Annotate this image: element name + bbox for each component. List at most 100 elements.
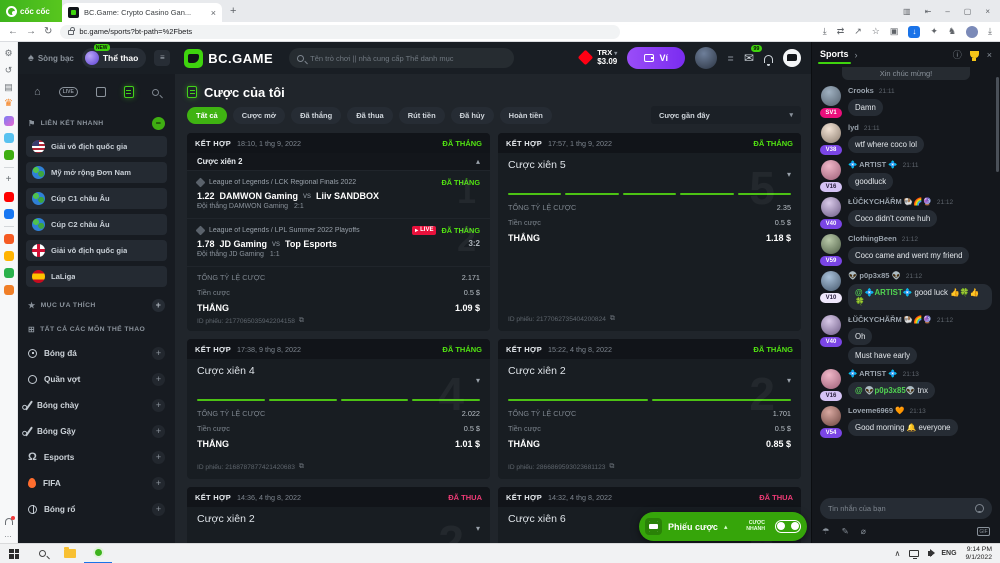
wallet-button[interactable]: Ví — [627, 47, 685, 69]
settings-icon[interactable]: ⚙ — [4, 48, 14, 58]
chat-close-icon[interactable]: × — [987, 50, 992, 60]
download-badge-icon[interactable]: ↓ — [908, 26, 920, 38]
avatar[interactable] — [821, 123, 841, 143]
close-button[interactable]: × — [985, 7, 990, 16]
reload-button[interactable]: ↻ — [44, 26, 52, 37]
casino-switch[interactable]: ♠ Sòng bạc — [28, 52, 74, 64]
network-icon[interactable] — [909, 550, 919, 557]
cart-app-icon[interactable] — [4, 285, 14, 295]
expand-icon[interactable]: ▾ — [476, 376, 480, 385]
start-button[interactable] — [0, 544, 28, 563]
sort-dropdown[interactable]: Cược gần đây ▾ — [651, 106, 801, 124]
chat-tab-sports[interactable]: Sports — [820, 49, 849, 61]
youtube-icon[interactable] — [4, 192, 14, 202]
bookmark-star-icon[interactable]: ☆ — [872, 26, 880, 37]
calendar-icon[interactable] — [96, 87, 106, 97]
emoji-icon[interactable] — [975, 504, 984, 513]
expand-plus-icon[interactable]: + — [152, 503, 165, 516]
coccoc-taskbar-icon[interactable] — [84, 544, 112, 563]
quick-link-item[interactable]: Mỹ mở rộng Đơn Nam — [26, 162, 167, 183]
sidebar-item-football[interactable]: Bóng đá + — [26, 340, 167, 366]
info-icon[interactable]: ⓘ — [953, 48, 962, 61]
search-input[interactable] — [310, 54, 506, 63]
expand-icon[interactable]: ▾ — [787, 376, 791, 385]
minimize-button[interactable]: – — [945, 7, 949, 16]
chat-message-input[interactable] — [828, 504, 969, 513]
more-icon[interactable]: … — [4, 530, 13, 539]
app-icon[interactable] — [4, 251, 14, 261]
sidebar-item-basketball[interactable]: Bóng rổ + — [26, 496, 167, 522]
expand-plus-icon[interactable]: + — [152, 399, 165, 412]
tab-cancelled[interactable]: Đã hủy — [451, 107, 494, 124]
copy-icon[interactable]: ⧉ — [299, 317, 304, 325]
chat-toggle-icon[interactable] — [783, 49, 801, 67]
tab-close-icon[interactable]: × — [211, 8, 216, 18]
username[interactable]: ŁŬČKYCHÃŘM 🐏🌈🔮 — [848, 197, 932, 206]
expand-plus-icon[interactable]: + — [152, 425, 165, 438]
sidebar-item-baseball[interactable]: Bóng chày + — [26, 392, 167, 418]
share-icon[interactable]: ↗ — [854, 26, 862, 37]
bet-subheader[interactable]: Cược xiên 2 ▴ — [187, 153, 490, 170]
username[interactable]: Crooks — [848, 86, 874, 95]
trophy-icon[interactable] — [970, 51, 979, 58]
new-tab-button[interactable]: + — [230, 5, 236, 17]
sidebar-search-icon[interactable] — [152, 89, 159, 96]
notifications-bell-icon[interactable] — [5, 518, 13, 525]
bcgame-logo[interactable]: BC.GAME — [184, 49, 273, 68]
facebook-icon[interactable] — [4, 209, 14, 219]
username[interactable]: lyd — [848, 123, 859, 132]
betslip-button[interactable]: Phiếu cược ▴ CƯỢCNHANH — [639, 512, 807, 541]
quick-link-item[interactable]: LaLiga — [26, 266, 167, 287]
tab-open[interactable]: Cược mở — [233, 107, 285, 124]
quick-bet-toggle[interactable] — [775, 520, 801, 533]
username[interactable]: 💠 ARTIST 💠 — [848, 160, 898, 169]
reader-mode-icon[interactable]: ▥ — [903, 7, 911, 16]
avatar[interactable] — [821, 369, 841, 389]
tab-cashout[interactable]: Rút tiền — [399, 107, 445, 124]
home-icon[interactable]: ⌂ — [34, 86, 41, 98]
my-bets-icon[interactable] — [124, 86, 134, 98]
extension2-icon[interactable]: ♞ — [948, 26, 956, 37]
username[interactable]: Loveme6969 🧡 — [848, 406, 904, 415]
sports-switch[interactable]: Thể thao NEW — [82, 48, 146, 68]
add-app-icon[interactable]: + — [4, 175, 14, 185]
collapse-quick-links-button[interactable]: − — [152, 117, 165, 130]
inbox-icon[interactable]: ✉ 99 — [744, 51, 754, 65]
avatar[interactable] — [821, 271, 841, 291]
tab-won[interactable]: Đã thắng — [291, 107, 341, 124]
live-nav-icon[interactable]: LIVE — [59, 87, 78, 97]
tab-lost[interactable]: Đã thua — [347, 107, 393, 124]
tab-refund[interactable]: Hoàn tiền — [500, 107, 552, 124]
maximize-button[interactable]: ▢ — [964, 7, 972, 16]
save-page-icon[interactable]: ⤓ — [823, 26, 827, 37]
avatar[interactable] — [821, 315, 841, 335]
username[interactable]: 💠 ARTIST 💠 — [848, 369, 898, 378]
game-search[interactable] — [289, 48, 514, 68]
shop-app-icon[interactable] — [4, 234, 14, 244]
file-explorer-icon[interactable] — [56, 544, 84, 563]
history-icon[interactable]: ↺ — [4, 65, 14, 75]
url-bar[interactable]: bc.game/sports?bt-path=%2Fbets — [60, 25, 620, 39]
undo-close-icon[interactable]: ⇤ — [925, 7, 932, 16]
sidebar-item-cricket[interactable]: Bóng Gậy + — [26, 418, 167, 444]
quick-link-item[interactable]: Giải vô địch quốc gia — [26, 240, 167, 261]
sidebar-item-tennis[interactable]: Quần vợt + — [26, 366, 167, 392]
games-icon[interactable] — [4, 150, 14, 160]
forward-button[interactable]: → — [26, 26, 36, 37]
copy-icon[interactable]: ⧉ — [609, 463, 614, 471]
expand-plus-icon[interactable]: + — [152, 451, 165, 464]
messenger-icon[interactable] — [4, 116, 14, 126]
translate-icon[interactable]: ⇄ — [837, 26, 845, 37]
crown-icon[interactable]: ♛ — [4, 99, 14, 109]
rules-icon[interactable]: ✎ — [842, 526, 849, 537]
avatar[interactable] — [821, 406, 841, 426]
rain-icon[interactable]: ☂ — [822, 526, 830, 537]
avatar[interactable] — [821, 86, 841, 106]
avatar[interactable] — [821, 160, 841, 180]
app-icon[interactable] — [4, 268, 14, 278]
quick-link-item[interactable]: Cúp C1 châu Âu — [26, 188, 167, 209]
copy-icon[interactable]: ⧉ — [610, 315, 615, 323]
avatar[interactable] — [821, 234, 841, 254]
copy-icon[interactable]: ⧉ — [299, 463, 304, 471]
mention[interactable]: @ 💠ARTIST💠 — [855, 288, 915, 297]
